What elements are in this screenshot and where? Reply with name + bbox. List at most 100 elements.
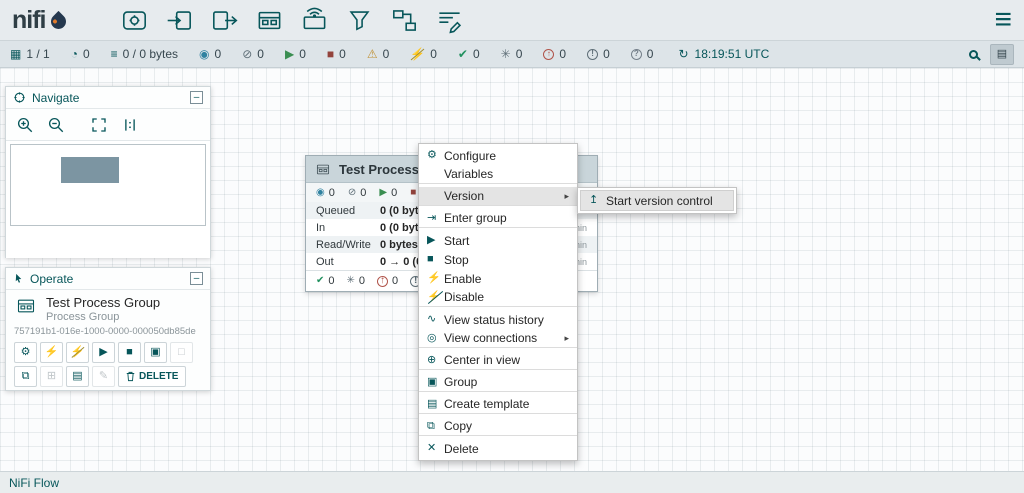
global-menu-button[interactable]: ≡ xyxy=(994,5,1012,35)
paste-icon: ⊞ xyxy=(47,371,56,382)
delete-icon: ✕ xyxy=(427,443,444,454)
menu-item-enter-group[interactable]: ⇥ Enter group xyxy=(419,209,577,228)
delete-button[interactable]: DELETE xyxy=(118,366,186,387)
actual-size-icon xyxy=(121,116,139,134)
search-button[interactable] xyxy=(962,44,984,64)
flow-canvas[interactable]: Navigate – Operate – xyxy=(0,68,1024,471)
status-locally-modified: ✳ 0 xyxy=(501,47,523,61)
copy-button[interactable]: ⧉ xyxy=(14,366,37,387)
zoom-actual-size-button[interactable] xyxy=(117,113,142,136)
menu-item-disable[interactable]: ⚡ Disable xyxy=(419,288,577,307)
transmit-icon: ◉ xyxy=(316,188,325,198)
menu-item-view-status-history[interactable]: ∿ View status history xyxy=(419,310,577,329)
navigate-toolbar xyxy=(6,109,210,140)
bolt-icon: ⚡ xyxy=(427,273,444,284)
operate-panel-title: Operate xyxy=(30,272,73,286)
ungroup-button[interactable]: □ xyxy=(170,342,193,363)
group-icon: ▣ xyxy=(150,347,160,358)
selection-id: 757191b1-016e-1000-0000-000050db85de xyxy=(6,323,210,339)
zoom-out-icon xyxy=(47,116,65,134)
search-icon xyxy=(969,50,978,59)
toolbar-output-port-button[interactable] xyxy=(202,0,247,40)
toolbar-template-button[interactable] xyxy=(382,0,427,40)
menu-item-view-connections[interactable]: ◎ View connections ▸ xyxy=(419,329,577,348)
status-sync-failure: ? 0 xyxy=(631,47,654,61)
zoom-fit-button[interactable] xyxy=(86,113,111,136)
refresh-status: ↻ 18:19:51 UTC xyxy=(678,47,769,61)
bulletin-board-button[interactable]: ▤ xyxy=(990,44,1014,65)
ungroup-icon: □ xyxy=(178,347,185,358)
toolbar-process-group-button[interactable] xyxy=(247,0,292,40)
fill-color-button[interactable]: ✎ xyxy=(92,366,115,387)
toolbar-remote-process-group-button[interactable] xyxy=(292,0,337,40)
copy-icon: ⧉ xyxy=(427,421,444,432)
menu-item-start[interactable]: ▶ Start xyxy=(419,231,577,250)
processor-icon xyxy=(121,7,148,34)
disable-button[interactable]: ⚡ xyxy=(66,342,89,363)
delete-button-label: DELETE xyxy=(139,371,178,382)
enable-button[interactable]: ⚡ xyxy=(40,342,63,363)
selection-name: Test Process Group xyxy=(46,296,160,311)
hamburger-icon: ≡ xyxy=(994,3,1012,36)
arrow-up-circle-icon: ↑ xyxy=(543,49,554,60)
gear-icon: ⚙ xyxy=(427,150,444,161)
compass-icon xyxy=(13,91,26,104)
operate-collapse-button[interactable]: – xyxy=(190,272,203,285)
toolbar-funnel-button[interactable] xyxy=(337,0,382,40)
last-refreshed-time: 18:19:51 UTC xyxy=(695,47,770,61)
menu-item-configure[interactable]: ⚙ Configure xyxy=(419,146,577,165)
menu-item-delete[interactable]: ✕ Delete xyxy=(419,439,577,458)
breadcrumb-nifi-flow[interactable]: NiFi Flow xyxy=(9,476,59,490)
operate-panel: Operate – Test Process Group Process Gro… xyxy=(5,267,211,391)
stop-icon: ■ xyxy=(410,188,416,198)
transmit-icon: ◉ xyxy=(199,48,209,60)
stop-button[interactable]: ■ xyxy=(118,342,141,363)
pg-version-count: ✳ 0 xyxy=(347,275,366,287)
nifi-drop-icon xyxy=(47,10,68,31)
nifi-logo: nifi xyxy=(12,6,98,35)
version-submenu: ↥ Start version control xyxy=(577,187,737,214)
no-transmit-icon: ⊘ xyxy=(348,188,356,198)
birdseye-minimap[interactable] xyxy=(6,140,210,258)
play-icon: ▶ xyxy=(379,188,387,198)
menu-item-copy[interactable]: ⧉ Copy xyxy=(419,417,577,436)
enter-icon: ⇥ xyxy=(427,213,444,224)
toolbar-label-button[interactable] xyxy=(427,0,472,40)
output-port-icon xyxy=(211,7,238,34)
group-button[interactable]: ▣ xyxy=(144,342,167,363)
menu-item-enable[interactable]: ⚡ Enable xyxy=(419,269,577,288)
menu-item-stop[interactable]: ■ Stop xyxy=(419,250,577,269)
status-stopped: ■ 0 xyxy=(327,47,346,61)
components-toolbar xyxy=(112,0,472,40)
start-button[interactable]: ▶ xyxy=(92,342,115,363)
status-running: ▶ 0 xyxy=(285,47,306,61)
menu-item-center-in-view[interactable]: ⊕ Center in view xyxy=(419,351,577,370)
configure-button[interactable]: ⚙ xyxy=(14,342,37,363)
version-control-icon: ↥ xyxy=(589,195,606,206)
check-icon: ✔ xyxy=(316,276,324,286)
operate-panel-header: Operate – xyxy=(6,268,210,290)
play-icon: ▶ xyxy=(285,48,294,60)
no-transmit-icon: ⊘ xyxy=(242,48,252,60)
template-icon: ▤ xyxy=(72,371,82,382)
create-template-button[interactable]: ▤ xyxy=(66,366,89,387)
paste-button[interactable]: ⊞ xyxy=(40,366,63,387)
menu-item-create-template[interactable]: ▤ Create template xyxy=(419,395,577,414)
board-icon: ▤ xyxy=(997,49,1007,60)
toolbar-processor-button[interactable] xyxy=(112,0,157,40)
gear-icon: ⚙ xyxy=(21,347,31,358)
menu-item-version[interactable]: Version ▸ xyxy=(419,187,577,206)
process-group-icon xyxy=(14,296,38,321)
zoom-in-button[interactable] xyxy=(12,113,37,136)
toolbar-input-port-button[interactable] xyxy=(157,0,202,40)
navigate-collapse-button[interactable]: – xyxy=(190,91,203,104)
asterisk-icon: ✳ xyxy=(501,48,511,60)
refresh-icon[interactable]: ↻ xyxy=(678,48,688,60)
trash-icon xyxy=(126,371,135,382)
zoom-out-button[interactable] xyxy=(43,113,68,136)
menu-item-group[interactable]: ▣ Group xyxy=(419,373,577,392)
pencil-icon: ✎ xyxy=(99,371,108,382)
play-icon: ▶ xyxy=(99,347,107,358)
menu-item-start-version-control[interactable]: ↥ Start version control xyxy=(580,190,734,211)
menu-item-variables[interactable]: Variables xyxy=(419,165,577,184)
